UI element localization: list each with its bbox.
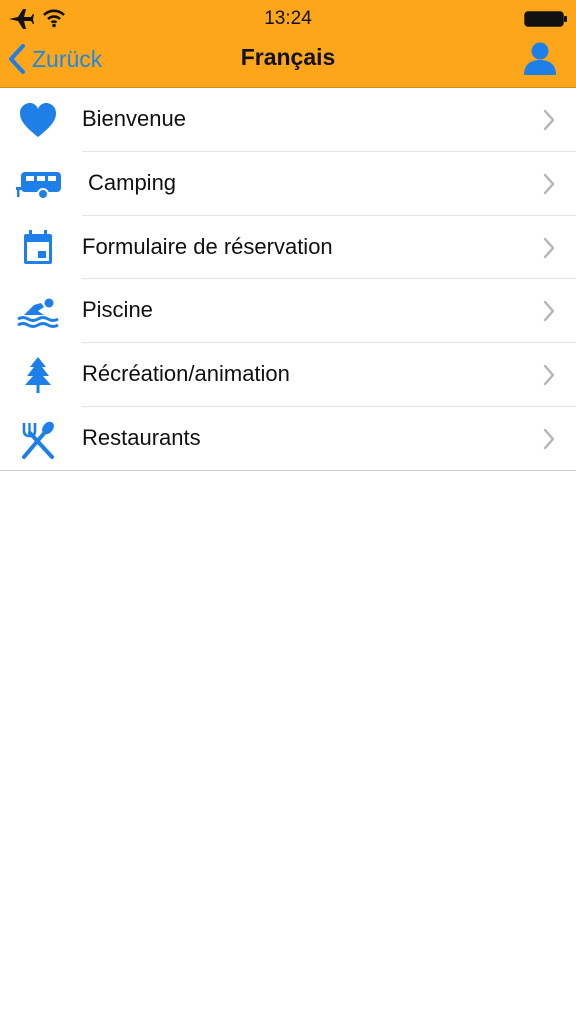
menu-item-label: Restaurants xyxy=(82,424,201,450)
menu-item-label: Formulaire de réservation xyxy=(82,233,333,259)
chevron-right-icon xyxy=(543,173,555,194)
chevron-right-icon xyxy=(543,237,555,258)
page-title: Français xyxy=(240,44,336,70)
menu-item-restaurants[interactable]: Restaurants xyxy=(0,407,576,471)
chevron-right-icon xyxy=(543,428,555,450)
battery-icon xyxy=(524,11,567,27)
menu-item-label: Piscine xyxy=(82,297,153,323)
person-icon[interactable] xyxy=(520,40,560,76)
menu-list: Bienvenue Camping Formulaire de réservat… xyxy=(0,88,576,471)
chevron-right-icon xyxy=(543,301,555,322)
menu-item-label: Camping xyxy=(88,169,177,195)
tree-icon xyxy=(25,357,51,394)
menu-item-label: Récréation/animation xyxy=(82,361,290,387)
menu-item-label: Bienvenue xyxy=(82,106,186,131)
menu-item-piscine[interactable]: Piscine xyxy=(0,279,576,344)
header: 13:24 Zurück Français xyxy=(0,0,576,88)
calendar-icon xyxy=(24,229,52,264)
utensils-icon xyxy=(22,421,54,459)
menu-item-bienvenue[interactable]: Bienvenue xyxy=(0,88,576,152)
chevron-right-icon xyxy=(543,109,555,131)
menu-item-recreation[interactable]: Récréation/animation xyxy=(0,343,576,407)
status-bar: 13:24 xyxy=(0,0,576,36)
caravan-icon xyxy=(16,171,61,200)
heart-icon xyxy=(20,103,56,137)
menu-item-camping[interactable]: Camping xyxy=(0,152,576,216)
chevron-right-icon xyxy=(543,364,555,386)
navigation-bar: Zurück Français xyxy=(0,36,576,88)
row-separator xyxy=(0,469,576,471)
status-time: 13:24 xyxy=(264,8,312,29)
swimmer-icon xyxy=(17,298,59,329)
menu-item-reservation[interactable]: Formulaire de réservation xyxy=(0,216,576,280)
